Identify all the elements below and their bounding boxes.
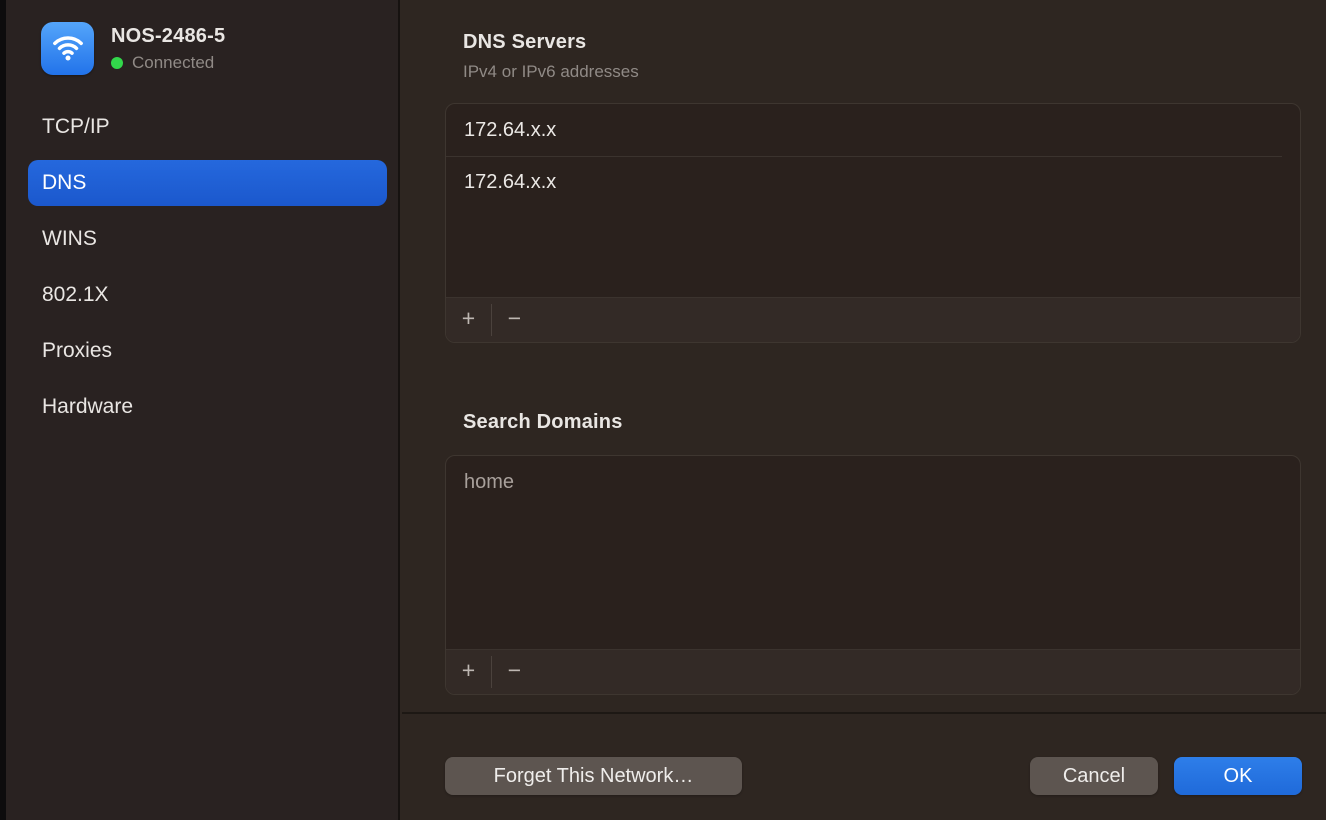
search-domain-remove-button[interactable]: − xyxy=(492,650,537,694)
sidebar-item-proxies[interactable]: Proxies xyxy=(28,328,387,374)
sidebar: NOS-2486-5 Connected TCP/IP DNS WINS 802.1X… xyxy=(6,0,400,820)
search-domains-rows: home xyxy=(446,456,1300,508)
sidebar-item-802-1x[interactable]: 802.1X xyxy=(28,272,387,318)
search-domains-listbox: home + − xyxy=(445,455,1301,695)
dns-remove-button[interactable]: − xyxy=(492,298,537,342)
sidebar-item-dns[interactable]: DNS xyxy=(28,160,387,206)
search-domains-footer: + − xyxy=(446,649,1300,694)
forget-network-button[interactable]: Forget This Network… xyxy=(445,757,742,795)
dns-server-row[interactable]: 172.64.x.x xyxy=(446,104,1282,156)
dns-servers-listbox: 172.64.x.x172.64.x.x + − xyxy=(445,103,1301,343)
network-status-label: Connected xyxy=(132,53,214,73)
connected-dot xyxy=(111,57,123,69)
wifi-icon xyxy=(41,22,94,75)
main-panel: DNS Servers IPv4 or IPv6 addresses 172.6… xyxy=(402,0,1326,820)
dns-servers-title: DNS Servers xyxy=(463,31,586,54)
sidebar-item-hardware[interactable]: Hardware xyxy=(28,384,387,430)
dns-server-row[interactable]: 172.64.x.x xyxy=(446,156,1282,208)
sidebar-nav: TCP/IP DNS WINS 802.1X Proxies Hardware xyxy=(28,104,387,440)
search-domain-add-button[interactable]: + xyxy=(446,650,491,694)
cancel-button[interactable]: Cancel xyxy=(1030,757,1158,795)
dns-servers-footer: + − xyxy=(446,297,1300,342)
dns-add-button[interactable]: + xyxy=(446,298,491,342)
search-domains-title: Search Domains xyxy=(463,411,623,434)
sidebar-item-wins[interactable]: WINS xyxy=(28,216,387,262)
dns-servers-subtitle: IPv4 or IPv6 addresses xyxy=(463,62,639,82)
footer-separator xyxy=(402,712,1326,714)
network-status: Connected xyxy=(111,53,225,73)
ok-button[interactable]: OK xyxy=(1174,757,1302,795)
sidebar-item-tcp-ip[interactable]: TCP/IP xyxy=(28,104,387,150)
dns-servers-rows: 172.64.x.x172.64.x.x xyxy=(446,104,1300,208)
network-meta: NOS-2486-5 Connected xyxy=(111,24,225,73)
search-domain-row[interactable]: home xyxy=(446,456,1282,508)
network-name: NOS-2486-5 xyxy=(111,24,225,48)
network-details-window: NOS-2486-5 Connected TCP/IP DNS WINS 802.1X… xyxy=(0,0,1326,820)
network-header: NOS-2486-5 Connected xyxy=(41,22,225,75)
